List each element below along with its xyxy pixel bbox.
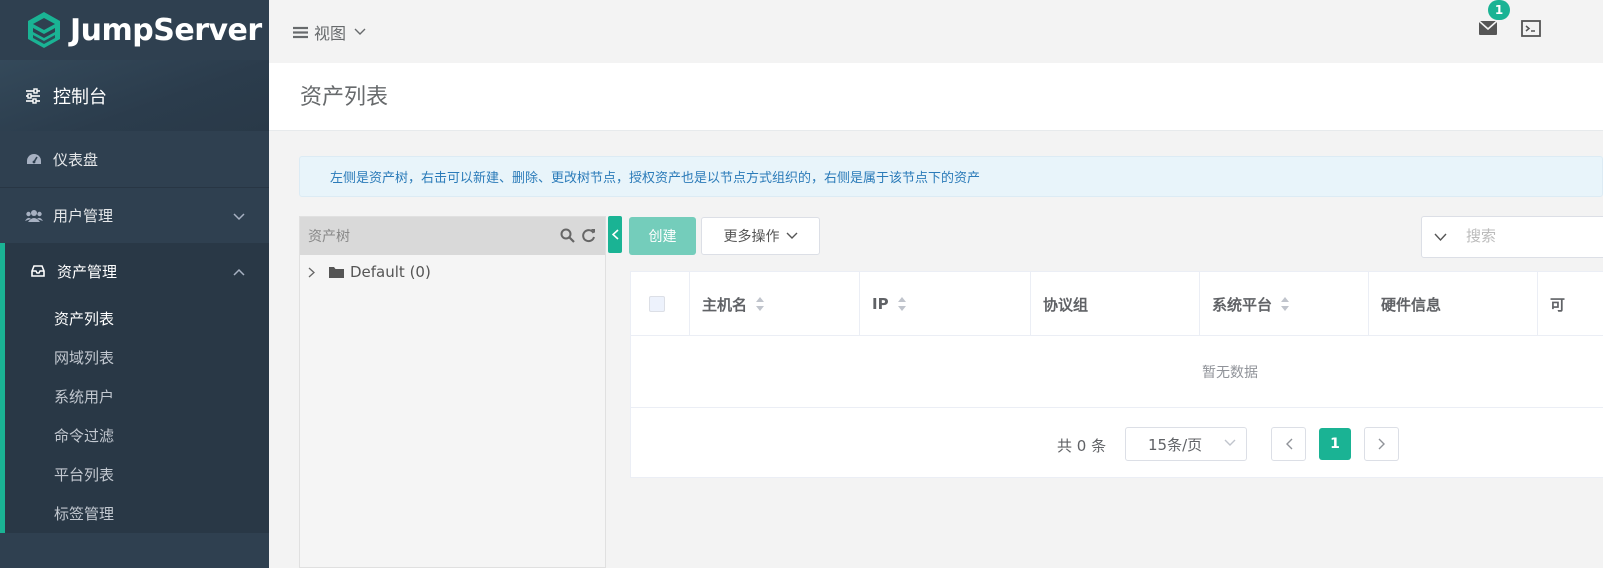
chevron-down-icon: [354, 28, 366, 36]
chevron-down-icon: [786, 232, 798, 240]
submenu-item-asset-list[interactable]: 资产列表: [5, 299, 269, 338]
sidebar-item-assets[interactable]: 资产管理: [5, 243, 269, 299]
column-label: 主机名: [702, 295, 748, 314]
topbar: 视图 1: [269, 0, 1603, 63]
submenu-item-command-filter[interactable]: 命令过滤: [5, 416, 269, 455]
console-label: 控制台: [53, 86, 107, 108]
column-label: IP: [872, 295, 889, 313]
chevron-right-icon: [1378, 438, 1385, 450]
sidebar-item-users[interactable]: 用户管理: [0, 187, 269, 243]
console-link[interactable]: 控制台: [0, 60, 269, 131]
sidebar: JumpServer 控制台 仪表盘 用户管理 资产管理 资产列表 网域列表 系…: [0, 0, 269, 568]
asset-table: 主机名 IP 协议组 系统平台 硬件信息 可 暂无数据 共 0 条 15条/页 …: [630, 271, 1603, 478]
column-header-hardware: 硬件信息: [1369, 272, 1538, 336]
terminal-icon[interactable]: [1521, 20, 1541, 41]
sidebar-item-label: 资产管理: [57, 262, 118, 281]
submenu-item-label-management[interactable]: 标签管理: [5, 494, 269, 533]
users-icon: [25, 209, 43, 223]
view-menu[interactable]: 视图: [293, 20, 366, 44]
submenu-item-system-users[interactable]: 系统用户: [5, 377, 269, 416]
column-header-ip[interactable]: IP: [860, 272, 1031, 336]
folder-icon: [329, 266, 344, 278]
notification-badge: 1: [1488, 0, 1510, 20]
inbox-icon: [29, 265, 47, 277]
chevron-down-icon: [1224, 439, 1236, 447]
chevron-right-icon[interactable]: [308, 267, 315, 278]
jumpserver-logo-icon: [28, 12, 60, 48]
empty-text: 暂无数据: [1202, 364, 1258, 381]
tree-search-placeholder: 资产树: [308, 229, 350, 245]
column-header-truncated: 可: [1538, 272, 1598, 336]
table-empty-row: 暂无数据: [631, 336, 1603, 408]
page-size-value: 15条/页: [1148, 435, 1203, 454]
page-header: 资产列表: [269, 63, 1603, 131]
refresh-icon[interactable]: [581, 228, 596, 247]
chevron-left-icon: [611, 229, 619, 240]
chevron-left-icon: [1285, 438, 1292, 450]
sort-icon[interactable]: [897, 296, 907, 312]
chevron-down-icon[interactable]: [1434, 233, 1447, 242]
sidebar-item-label: 用户管理: [53, 207, 114, 225]
pagination: 共 0 条 15条/页 1: [631, 409, 1603, 469]
more-actions-button[interactable]: 更多操作: [701, 217, 820, 255]
tree-collapse-button[interactable]: [608, 216, 622, 253]
sort-icon[interactable]: [1280, 296, 1290, 312]
more-actions-label: 更多操作: [723, 229, 780, 245]
submenu-item-domain-list[interactable]: 网域列表: [5, 338, 269, 377]
column-label: 可: [1550, 295, 1566, 314]
sort-icon[interactable]: [755, 296, 765, 312]
dashboard-icon: [25, 152, 43, 166]
chevron-down-icon: [233, 207, 245, 225]
tree-node-default[interactable]: Default (0): [308, 263, 431, 281]
column-label: 协议组: [1043, 295, 1089, 314]
next-page-button[interactable]: [1364, 427, 1399, 461]
tree-search-bar[interactable]: 资产树: [300, 217, 605, 255]
page-title: 资产列表: [300, 85, 389, 110]
envelope-icon[interactable]: [1478, 20, 1498, 40]
logo[interactable]: JumpServer: [0, 0, 269, 60]
submenu-item-platform-list[interactable]: 平台列表: [5, 455, 269, 494]
column-header-platform[interactable]: 系统平台: [1200, 272, 1369, 336]
chevron-up-icon: [233, 262, 245, 280]
column-label: 系统平台: [1212, 295, 1273, 314]
pagination-total: 共 0 条: [1057, 437, 1107, 455]
tree-node-label: Default (0): [350, 263, 431, 281]
column-label: 硬件信息: [1381, 295, 1442, 314]
prev-page-button[interactable]: [1271, 427, 1306, 461]
create-button[interactable]: 创建: [629, 217, 696, 255]
sidebar-item-dashboard[interactable]: 仪表盘: [0, 131, 269, 187]
page-size-select[interactable]: 15条/页: [1125, 427, 1247, 461]
search-icon[interactable]: [560, 228, 575, 247]
page-number-current[interactable]: 1: [1319, 428, 1351, 460]
select-all-checkbox[interactable]: [649, 296, 665, 312]
hamburger-icon: [293, 26, 308, 39]
sidebar-item-label: 仪表盘: [53, 150, 99, 169]
asset-tree-panel: 资产树 Default (0): [299, 216, 606, 568]
column-header-protocols: 协议组: [1031, 272, 1200, 336]
table-header: 主机名 IP 协议组 系统平台 硬件信息 可: [631, 272, 1603, 336]
column-header-hostname[interactable]: 主机名: [690, 272, 860, 336]
view-menu-label: 视图: [314, 24, 347, 43]
search-box: [1421, 216, 1603, 258]
sidebar-group-assets: 资产管理 资产列表 网域列表 系统用户 命令过滤 平台列表 标签管理: [0, 243, 269, 533]
info-alert: 左侧是资产树，右击可以新建、删除、更改树节点，授权资产也是以节点方式组织的，右侧…: [299, 156, 1603, 197]
search-input[interactable]: [1466, 227, 1586, 245]
logo-text: JumpServer: [70, 12, 262, 48]
select-all-cell: [631, 272, 690, 336]
sliders-icon: [25, 87, 43, 104]
